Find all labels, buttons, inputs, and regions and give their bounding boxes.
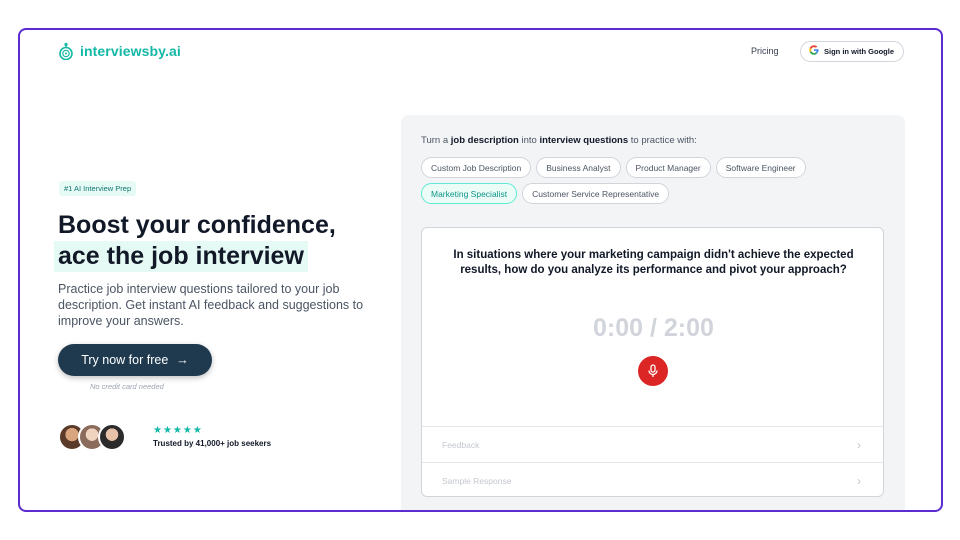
- browser-frame: interviewsby.ai Pricing Sign in with Goo…: [18, 28, 943, 512]
- intro-bold-interview-questions: interview questions: [539, 135, 629, 146]
- intro-text: Turn a: [421, 135, 451, 146]
- sign-in-google-button[interactable]: Sign in with Google: [800, 41, 904, 62]
- star-rating-icon: ★★★★★: [153, 425, 203, 436]
- try-now-button[interactable]: Try now for free →: [58, 344, 212, 376]
- try-now-label: Try now for free: [81, 353, 169, 367]
- no-credit-card-note: No credit card needed: [90, 382, 164, 391]
- chip-software-engineer[interactable]: Software Engineer: [715, 157, 806, 178]
- logo[interactable]: interviewsby.ai: [58, 42, 181, 60]
- hero-badge: #1 AI Interview Prep: [59, 181, 137, 196]
- arrow-right-icon: →: [176, 353, 189, 367]
- google-icon: [809, 45, 819, 58]
- intro-text: into: [518, 135, 540, 146]
- intro-bold-job-description: job description: [450, 135, 519, 146]
- logo-text: interviewsby.ai: [80, 43, 181, 59]
- timer: 0:00 / 2:00: [593, 314, 714, 342]
- interview-question: In situations where your marketing campa…: [453, 249, 854, 276]
- panel-intro: Turn a job description into interview qu…: [421, 135, 697, 146]
- pricing-link[interactable]: Pricing: [751, 46, 779, 56]
- chip-business-analyst[interactable]: Business Analyst: [536, 157, 621, 178]
- hero-headline: Boost your confidence, ace the job inter…: [54, 210, 336, 272]
- feedback-row[interactable]: Feedback ›: [422, 426, 883, 462]
- avatar-group: [58, 423, 126, 451]
- question-card: In situations where your marketing campa…: [421, 227, 884, 497]
- role-chips: Custom Job Description Business Analyst …: [421, 157, 891, 204]
- sample-response-label: Sample Response: [442, 475, 512, 486]
- chip-custom-job-description[interactable]: Custom Job Description: [421, 157, 532, 178]
- chip-marketing-specialist[interactable]: Marketing Specialist: [421, 183, 518, 204]
- feedback-label: Feedback: [442, 439, 480, 450]
- headline-line-2: ace the job interview: [54, 241, 308, 272]
- chip-customer-service-representative[interactable]: Customer Service Representative: [522, 183, 670, 204]
- chip-product-manager[interactable]: Product Manager: [625, 157, 711, 178]
- record-button[interactable]: [638, 356, 668, 386]
- trusted-text: Trusted by 41,000+ job seekers: [153, 439, 272, 448]
- robot-icon: [59, 42, 73, 60]
- sign-in-label: Sign in with Google: [824, 47, 894, 56]
- practice-panel: Turn a job description into interview qu…: [401, 115, 905, 510]
- microphone-icon: [648, 364, 658, 377]
- sample-response-row[interactable]: Sample Response ›: [422, 462, 883, 496]
- chevron-right-icon: ›: [857, 437, 861, 452]
- intro-text: to practice with:: [628, 135, 697, 146]
- chevron-right-icon: ›: [857, 473, 861, 488]
- hero-description: Practice job interview questions tailore…: [58, 282, 364, 328]
- headline-line-1: Boost your confidence,: [58, 211, 336, 239]
- avatar: [98, 423, 126, 451]
